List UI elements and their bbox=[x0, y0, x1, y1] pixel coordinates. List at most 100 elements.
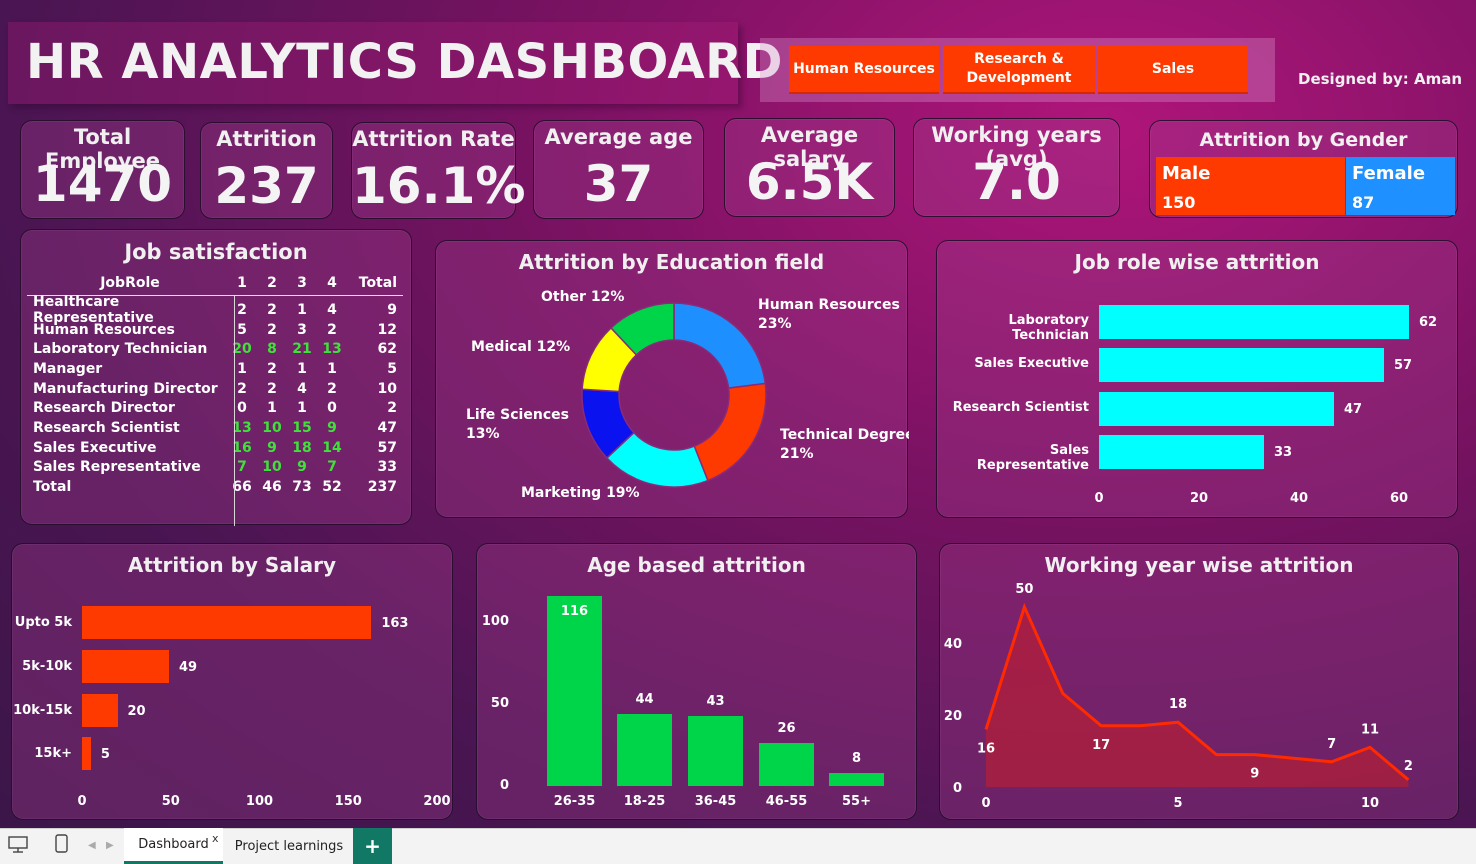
bar bbox=[82, 694, 118, 727]
cell-value: 1 bbox=[297, 360, 307, 377]
donut-label: Human Resources 23% bbox=[758, 297, 900, 332]
cell-value: 62 bbox=[377, 341, 397, 358]
point-value-label: 16 bbox=[977, 741, 995, 756]
x-tick-label: 40 bbox=[1289, 491, 1309, 506]
donut-slice-human-resources[interactable] bbox=[673, 302, 767, 389]
gender-male-value: 150 bbox=[1162, 193, 1196, 212]
kpi-label: Attrition Rate bbox=[352, 127, 515, 151]
slicer-human-resources[interactable]: Human Resources bbox=[789, 46, 939, 94]
cell-value: 9 bbox=[327, 419, 337, 436]
kpi-value: 7.0 bbox=[972, 153, 1061, 211]
cell-value: 10 bbox=[262, 419, 282, 436]
kpi-label: Attrition bbox=[216, 127, 317, 151]
point-value-label: 7 bbox=[1327, 737, 1336, 752]
kpi-attrition-rate: Attrition Rate 16.1% bbox=[351, 122, 525, 219]
bar-category-label: Laboratory Technician bbox=[1008, 313, 1089, 343]
column-value-label: 44 bbox=[635, 691, 654, 707]
table-header: JobRole 1 2 3 4 Total bbox=[27, 270, 403, 296]
x-tick-label: 46-55 bbox=[765, 794, 808, 809]
bar-value-label: 20 bbox=[127, 704, 146, 719]
table-row: Sales Representative 7 10 9 7 33 bbox=[27, 458, 403, 478]
x-tick-label: 10 bbox=[1361, 796, 1379, 811]
cell-value: 1 bbox=[237, 274, 247, 291]
donut-label: Life Sciences 13% bbox=[466, 407, 569, 442]
bar bbox=[1099, 305, 1409, 339]
cell-value: 47 bbox=[377, 419, 397, 436]
cell-value: 12 bbox=[377, 321, 397, 338]
cell-value: 5 bbox=[237, 321, 247, 338]
cell-value: 3 bbox=[297, 274, 307, 291]
cell-value: 2 bbox=[327, 321, 337, 338]
row-label: Laboratory Technician bbox=[33, 341, 208, 358]
gender-male-tile[interactable]: Male 150 bbox=[1156, 157, 1345, 215]
next-page-icon[interactable]: ▶ bbox=[106, 840, 114, 851]
column-value-label: 8 bbox=[851, 750, 862, 766]
x-tick-label: 0 bbox=[981, 796, 990, 811]
bar-category-label: Upto 5k bbox=[14, 615, 72, 630]
tab-label: Project learnings bbox=[234, 838, 344, 854]
cell-value: 9 bbox=[297, 459, 307, 476]
row-label: JobRole bbox=[100, 274, 160, 291]
row-label: Manufacturing Director bbox=[33, 380, 218, 397]
cell-value: 73 bbox=[292, 479, 312, 496]
close-tab-icon[interactable]: x bbox=[212, 832, 219, 845]
cell-value: 2 bbox=[267, 301, 277, 318]
table-row: Healthcare Representative 2 2 1 4 9 bbox=[27, 294, 403, 326]
cell-value: 237 bbox=[367, 479, 397, 496]
x-tick-label: 50 bbox=[161, 794, 180, 809]
cell-value: 4 bbox=[327, 274, 337, 291]
cell-value: 0 bbox=[237, 400, 247, 417]
tab-project-learnings[interactable]: Project learnings bbox=[225, 828, 353, 864]
gender-male-label: Male bbox=[1162, 163, 1211, 184]
salary-bar-chart: Upto 5k 163 5k-10k 49 10k-15k 20 15k+ 5 0 50 100 15… bbox=[12, 544, 454, 821]
bar-category-label: 10k-15k bbox=[13, 703, 72, 718]
kpi-attrition: Attrition 237 bbox=[200, 122, 333, 219]
cell-value: 8 bbox=[267, 341, 277, 358]
donut-slice-technical-degree[interactable] bbox=[693, 382, 767, 482]
gender-female-tile[interactable]: Female 87 bbox=[1346, 157, 1455, 215]
designed-by-label: Designed by: Aman bbox=[1298, 70, 1463, 88]
tab-label: Dashboard bbox=[138, 837, 209, 852]
cell-value: 4 bbox=[297, 380, 307, 397]
add-page-button[interactable]: + bbox=[353, 828, 392, 864]
kpi-value: 37 bbox=[583, 155, 654, 213]
desktop-view-icon[interactable] bbox=[8, 836, 28, 853]
column-value-label: 43 bbox=[706, 693, 725, 709]
prev-page-icon[interactable]: ◀ bbox=[88, 840, 96, 851]
tab-dashboard[interactable]: Dashboard bbox=[124, 828, 223, 864]
salary-attrition-card: Attrition by Salary Upto 5k 163 5k-10k 49 10… bbox=[11, 543, 453, 820]
row-label: Sales Executive bbox=[33, 439, 157, 456]
kpi-value: 1470 bbox=[32, 155, 173, 213]
cell-value: 1 bbox=[297, 400, 307, 417]
bar-value-label: 62 bbox=[1419, 315, 1438, 330]
kpi-value: 6.5K bbox=[745, 153, 874, 211]
cell-value: 2 bbox=[237, 301, 247, 318]
cell-value: 33 bbox=[377, 459, 397, 476]
x-tick-label: 60 bbox=[1389, 491, 1409, 506]
bar-value-label: 49 bbox=[178, 660, 198, 675]
column-bar bbox=[617, 713, 672, 786]
slicer-sales[interactable]: Sales bbox=[1098, 46, 1248, 94]
y-tick-label: 50 bbox=[490, 696, 509, 712]
cell-value: 13 bbox=[322, 341, 342, 358]
cell-value: 16 bbox=[232, 439, 252, 456]
cell-value: 10 bbox=[262, 459, 282, 476]
bar bbox=[82, 606, 372, 639]
slicer-research-development[interactable]: Research & Development bbox=[943, 46, 1095, 94]
bar-value-label: 163 bbox=[381, 616, 409, 631]
y-tick-label: 40 bbox=[944, 637, 962, 652]
row-label: Research Scientist bbox=[33, 419, 180, 436]
cell-value: Total bbox=[358, 274, 397, 291]
mobile-view-icon[interactable] bbox=[55, 834, 69, 854]
bar-category-label: Sales Executive bbox=[974, 356, 1089, 371]
bar bbox=[82, 650, 169, 683]
cell-value: 2 bbox=[267, 380, 277, 397]
table-row: Human Resources 5 2 3 2 12 bbox=[27, 320, 403, 340]
cell-value: 2 bbox=[327, 380, 337, 397]
bar-category-label: Research Scientist bbox=[952, 400, 1089, 415]
bar-value-label: 47 bbox=[1344, 402, 1363, 417]
bar-category-label: Sales Representative bbox=[976, 443, 1089, 473]
column-value-label: 26 bbox=[777, 721, 796, 737]
cell-value: 18 bbox=[292, 439, 312, 456]
cell-value: 20 bbox=[232, 341, 252, 358]
